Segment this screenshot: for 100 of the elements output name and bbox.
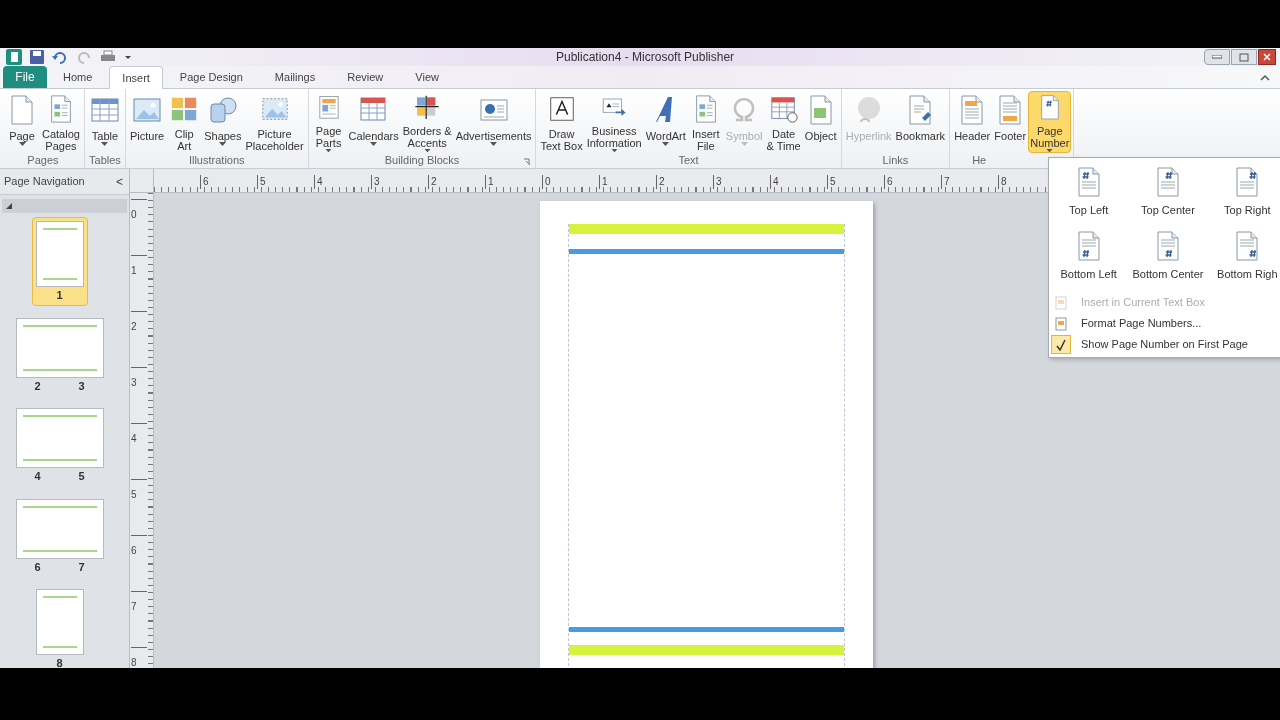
- position-option[interactable]: Bottom Righ: [1207, 226, 1280, 290]
- ruler-number: 7: [131, 601, 137, 612]
- ribbon-button[interactable]: Header: [952, 91, 993, 153]
- app-logo-icon: [6, 49, 22, 65]
- page-number: 6: [34, 559, 41, 575]
- ruler-number: 3: [716, 176, 722, 187]
- group-label: Building Blocks: [384, 153, 460, 169]
- page-thumbnail-frame[interactable]: 2 3: [11, 313, 108, 396]
- ribbon-button[interactable]: Page: [4, 91, 40, 153]
- ruler-number: 5: [260, 176, 266, 187]
- ribbon-button[interactable]: Picture Placeholder: [243, 91, 306, 153]
- ruler-number: 4: [773, 176, 779, 187]
- page-thumbnail[interactable]: [35, 589, 84, 655]
- ribbon-button[interactable]: Clip Art: [166, 91, 203, 153]
- expand-icon[interactable]: [6, 203, 12, 209]
- ruler-number: 6: [203, 176, 209, 187]
- restore-icon: [1239, 52, 1249, 62]
- collapse-ribbon-icon[interactable]: [1260, 74, 1270, 82]
- page-thumbnail[interactable]: [15, 317, 104, 378]
- ribbon-button[interactable]: Calendars: [346, 91, 401, 153]
- page-number: 7: [78, 559, 85, 575]
- caret-icon: [740, 142, 748, 146]
- pane-title: Page Navigation: [4, 174, 85, 190]
- ribbon-tab[interactable]: Insert: [109, 66, 163, 89]
- group-label: Text: [678, 153, 699, 169]
- position-option[interactable]: Top Center: [1128, 162, 1208, 226]
- page-number: 2: [34, 378, 41, 394]
- ribbon-button[interactable]: Page Number: [1028, 91, 1072, 153]
- minimize-button[interactable]: [1204, 49, 1230, 65]
- ribbon-button[interactable]: Footer: [992, 91, 1029, 153]
- position-option[interactable]: Bottom Left: [1049, 226, 1129, 290]
- undo-icon[interactable]: [52, 50, 68, 64]
- ribbon-tab[interactable]: Page Design: [164, 66, 258, 88]
- ribbon-button[interactable]: Picture: [127, 91, 167, 153]
- printer-icon[interactable]: [100, 50, 116, 64]
- file-tab[interactable]: File: [3, 66, 47, 88]
- caret-icon: [490, 142, 498, 146]
- ribbon-button[interactable]: Catalog Pages: [40, 91, 82, 153]
- ruler-number: 5: [131, 489, 137, 500]
- caret-icon: [370, 142, 378, 146]
- window-title: Publication4 - Microsoft Publisher: [556, 49, 735, 66]
- ribbon-button[interactable]: Advertisements: [453, 91, 534, 153]
- ruler-number: 4: [317, 176, 323, 187]
- ribbon-button[interactable]: Draw Text Box: [538, 91, 585, 153]
- ruler-number: 0: [131, 209, 137, 220]
- ribbon-tab[interactable]: Home: [48, 66, 108, 88]
- page-thumbnail-frame[interactable]: 8: [31, 585, 88, 668]
- page-thumbnail[interactable]: [15, 408, 104, 468]
- menu-item[interactable]: Format Page Numbers...: [1049, 313, 1280, 334]
- ribbon-tab[interactable]: Review: [332, 66, 399, 88]
- page-thumbnail-frame[interactable]: 6 7: [11, 494, 108, 577]
- page-thumbnail[interactable]: [35, 221, 84, 287]
- ruler-number: 4: [131, 433, 137, 444]
- page-thumbnail-frame[interactable]: 4 5: [11, 404, 108, 487]
- ruler-number: 1: [488, 176, 494, 187]
- ribbon-button[interactable]: Table: [86, 91, 123, 153]
- caret-icon: [1046, 148, 1054, 152]
- ruler-number: 1: [131, 265, 137, 276]
- menu-item[interactable]: Show Page Number on First Page: [1049, 334, 1280, 355]
- page-thumbnail-frame[interactable]: 1: [31, 217, 88, 306]
- caret-icon: [18, 142, 26, 146]
- ribbon-tab[interactable]: Mailings: [259, 66, 331, 88]
- minimize-icon: [1212, 55, 1222, 59]
- close-button[interactable]: [1258, 49, 1276, 65]
- ribbon-button[interactable]: WordArt: [643, 91, 688, 153]
- ruler-number: 5: [830, 176, 836, 187]
- page-number: 1: [56, 288, 63, 303]
- caret-icon: [101, 142, 109, 146]
- group-label: He: [972, 153, 987, 169]
- ribbon-button[interactable]: Page Parts: [310, 91, 347, 153]
- ribbon-button[interactable]: Shapes: [202, 91, 244, 153]
- ribbon-button[interactable]: Borders & Accents: [400, 91, 454, 153]
- page-thumbnail[interactable]: [15, 498, 104, 559]
- save-icon[interactable]: [30, 50, 44, 64]
- ruler-number: 2: [431, 176, 437, 187]
- ruler-number: 8: [131, 657, 137, 668]
- dropdown-icon[interactable]: [124, 53, 132, 61]
- ribbon-button[interactable]: Business Information: [584, 91, 644, 153]
- ruler-number: 1: [602, 176, 608, 187]
- dialog-launcher-icon[interactable]: [523, 158, 532, 166]
- ribbon-tab[interactable]: View: [400, 66, 454, 88]
- caret-icon: [662, 142, 670, 146]
- ruler-number: 8: [1001, 176, 1007, 187]
- ruler-number: 2: [131, 321, 137, 332]
- ribbon-button[interactable]: Object: [802, 91, 839, 153]
- ribbon-button[interactable]: Date & Time: [764, 91, 803, 153]
- position-option[interactable]: Top Right: [1207, 162, 1280, 226]
- ruler-number: 3: [131, 377, 137, 388]
- collapse-pane-button[interactable]: <: [114, 172, 125, 191]
- menu-item-icon: [1055, 295, 1067, 310]
- position-option[interactable]: Top Left: [1049, 162, 1129, 226]
- ruler-number: 0: [545, 176, 551, 187]
- position-option[interactable]: Bottom Center: [1128, 226, 1208, 290]
- ribbon-button[interactable]: Bookmark: [893, 91, 948, 153]
- menu-item-icon: [1055, 316, 1067, 331]
- page-number: 8: [56, 656, 63, 668]
- ruler-number: 3: [374, 176, 380, 187]
- ruler-number: 6: [131, 545, 137, 556]
- ribbon-button[interactable]: Insert File: [687, 91, 724, 153]
- group-label: Tables: [89, 153, 121, 169]
